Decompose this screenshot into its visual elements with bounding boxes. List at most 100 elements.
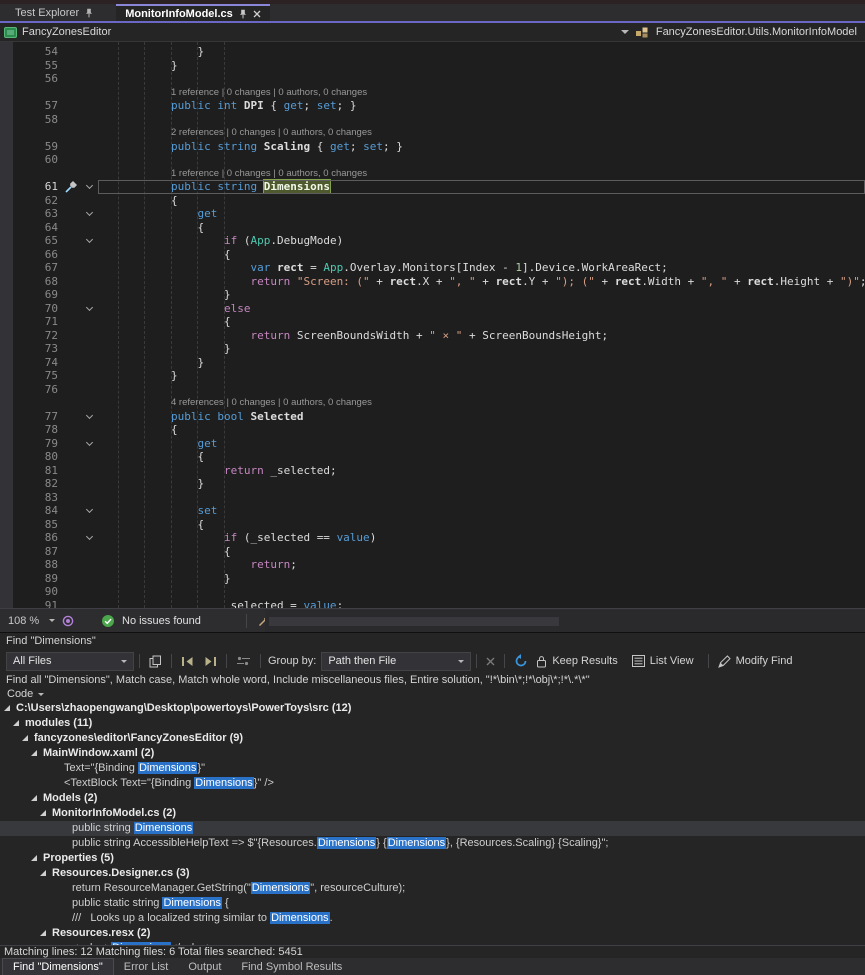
modify-find-button[interactable]: Modify Find [714,651,797,671]
zoom-dropdown[interactable]: 108 % [0,615,56,627]
code-line[interactable]: 65 if (App.DebugMode) [0,234,865,248]
tree-folder-row[interactable]: fancyzones\editor\FancyZonesEditor (9) [0,731,865,746]
codelens-link[interactable]: 4 references | 0 changes | 0 authors, 0 … [171,396,372,410]
code-line[interactable]: 59 public string Scaling { get; set; } [0,140,865,154]
code-line[interactable]: 56 [0,72,865,86]
copy-results-button[interactable] [145,651,166,671]
scope-dropdown[interactable]: All Files [6,652,134,671]
code-line[interactable]: 76 [0,383,865,397]
tree-match-row[interactable]: Text="{Binding Dimensions}" [0,761,865,776]
issues-status[interactable]: No issues found [122,615,201,627]
code-line[interactable]: 89 } [0,572,865,586]
fold-chevron-icon[interactable] [87,534,94,541]
expanded-triangle-icon[interactable] [4,705,10,711]
pin-icon[interactable] [239,9,247,19]
fold-chevron-icon[interactable] [87,507,94,514]
code-line[interactable]: 60 [0,153,865,167]
group-by-dropdown[interactable]: Path then File [321,652,471,671]
code-line[interactable]: 62 { [0,194,865,208]
tree-match-row[interactable]: return ResourceManager.GetString("Dimens… [0,881,865,896]
pin-icon[interactable] [85,8,93,18]
code-line[interactable]: 54 } [0,45,865,59]
fold-chevron-icon[interactable] [87,210,94,217]
project-dropdown[interactable]: FancyZonesEditor [0,26,111,38]
tree-folder-row[interactable]: Resources.resx (2) [0,926,865,941]
health-indicator-icon[interactable] [62,615,74,627]
tree-match-row[interactable]: public string AccessibleHelpText => $"{R… [0,836,865,851]
code-line[interactable]: 74 } [0,356,865,370]
code-line[interactable]: 78 { [0,423,865,437]
code-line[interactable]: 80 { [0,450,865,464]
next-result-button[interactable] [199,651,221,671]
member-dropdown[interactable]: FancyZonesEditor.Utils.MonitorInfoModel [656,26,857,38]
code-line[interactable]: 88 return; [0,558,865,572]
code-line[interactable]: 84 set [0,504,865,518]
expanded-triangle-icon[interactable] [31,855,37,861]
code-line[interactable]: 91 _selected = value; [0,599,865,609]
codelens-link[interactable]: 1 reference | 0 changes | 0 authors, 0 c… [171,86,367,100]
result-filter-dropdown[interactable]: Code [0,687,865,701]
tree-folder-row[interactable]: Resources.Designer.cs (3) [0,866,865,881]
previous-result-button[interactable] [177,651,199,671]
code-line[interactable]: 58 [0,113,865,127]
code-line[interactable]: 82 } [0,477,865,491]
tab-test-explorer[interactable]: Test Explorer [6,4,102,21]
tree-folder-row[interactable]: C:\Users\zhaopengwang\Desktop\powertoys\… [0,701,865,716]
quick-actions-screwdriver-icon[interactable] [63,181,79,193]
tree-match-row[interactable]: public string Dimensions [0,821,865,836]
code-line[interactable]: 67 var rect = App.Overlay.Monitors[Index… [0,261,865,275]
fold-chevron-icon[interactable] [87,305,94,312]
code-line[interactable]: 79 get [0,437,865,451]
code-line[interactable]: 87 { [0,545,865,559]
code-line[interactable]: 55 } [0,59,865,73]
code-line[interactable]: 85 { [0,518,865,532]
list-view-button[interactable]: List View [628,651,698,671]
refresh-search-button[interactable] [510,651,532,671]
code-line[interactable]: 81 return _selected; [0,464,865,478]
code-line[interactable]: 72 return ScreenBoundsWidth + " × " + Sc… [0,329,865,343]
fold-chevron-icon[interactable] [87,183,94,190]
tab-monitorinfomodel[interactable]: MonitorInfoModel.cs [116,4,270,21]
code-line[interactable]: 73 } [0,342,865,356]
stop-search-button[interactable] [482,651,499,671]
code-line[interactable]: 77 public bool Selected [0,410,865,424]
tree-match-row[interactable]: <TextBlock Text="{Binding Dimensions}" /… [0,776,865,791]
close-icon[interactable] [253,10,261,18]
code-line[interactable]: 64 { [0,221,865,235]
tree-match-row[interactable]: /// Looks up a localized string similar … [0,911,865,926]
tree-folder-row[interactable]: MonitorInfoModel.cs (2) [0,806,865,821]
tree-match-row[interactable]: public static string Dimensions { [0,896,865,911]
expanded-triangle-icon[interactable] [40,870,46,876]
panel-tab-find-dimensions[interactable]: Find "Dimensions" [2,958,114,975]
expanded-triangle-icon[interactable] [40,930,46,936]
fold-chevron-icon[interactable] [87,237,94,244]
code-line[interactable]: 66 { [0,248,865,262]
code-line[interactable]: 68 return "Screen: (" + rect.X + ", " + … [0,275,865,289]
codelens-link[interactable]: 2 references | 0 changes | 0 authors, 0 … [171,126,372,140]
expanded-triangle-icon[interactable] [31,795,37,801]
code-line[interactable]: 90 [0,585,865,599]
tree-folder-row[interactable]: MainWindow.xaml (2) [0,746,865,761]
panel-tab-output[interactable]: Output [178,958,231,975]
keep-results-toggle[interactable]: Keep Results [532,651,621,671]
expanded-triangle-icon[interactable] [22,735,28,741]
fold-chevron-icon[interactable] [87,413,94,420]
code-line[interactable]: 71 { [0,315,865,329]
code-line[interactable]: 70 else [0,302,865,316]
chevron-down-icon[interactable] [621,30,629,34]
code-line[interactable]: 83 [0,491,865,505]
code-editor[interactable]: 54 }55 }561 reference | 0 changes | 0 au… [0,42,865,608]
tree-folder-row[interactable]: modules (11) [0,716,865,731]
code-line[interactable]: 86 if (_selected == value) [0,531,865,545]
code-line[interactable]: 75 } [0,369,865,383]
scrollbar-thumb[interactable] [269,617,559,626]
horizontal-scrollbar[interactable] [265,610,865,633]
tree-folder-row[interactable]: Properties (5) [0,851,865,866]
expanded-triangle-icon[interactable] [31,750,37,756]
search-options-button[interactable] [232,651,255,671]
tree-folder-row[interactable]: Models (2) [0,791,865,806]
code-line[interactable]: 61 public string Dimensions [0,180,865,194]
panel-tab-find-symbol-results[interactable]: Find Symbol Results [231,958,352,975]
code-line[interactable]: 69 } [0,288,865,302]
fold-chevron-icon[interactable] [87,440,94,447]
